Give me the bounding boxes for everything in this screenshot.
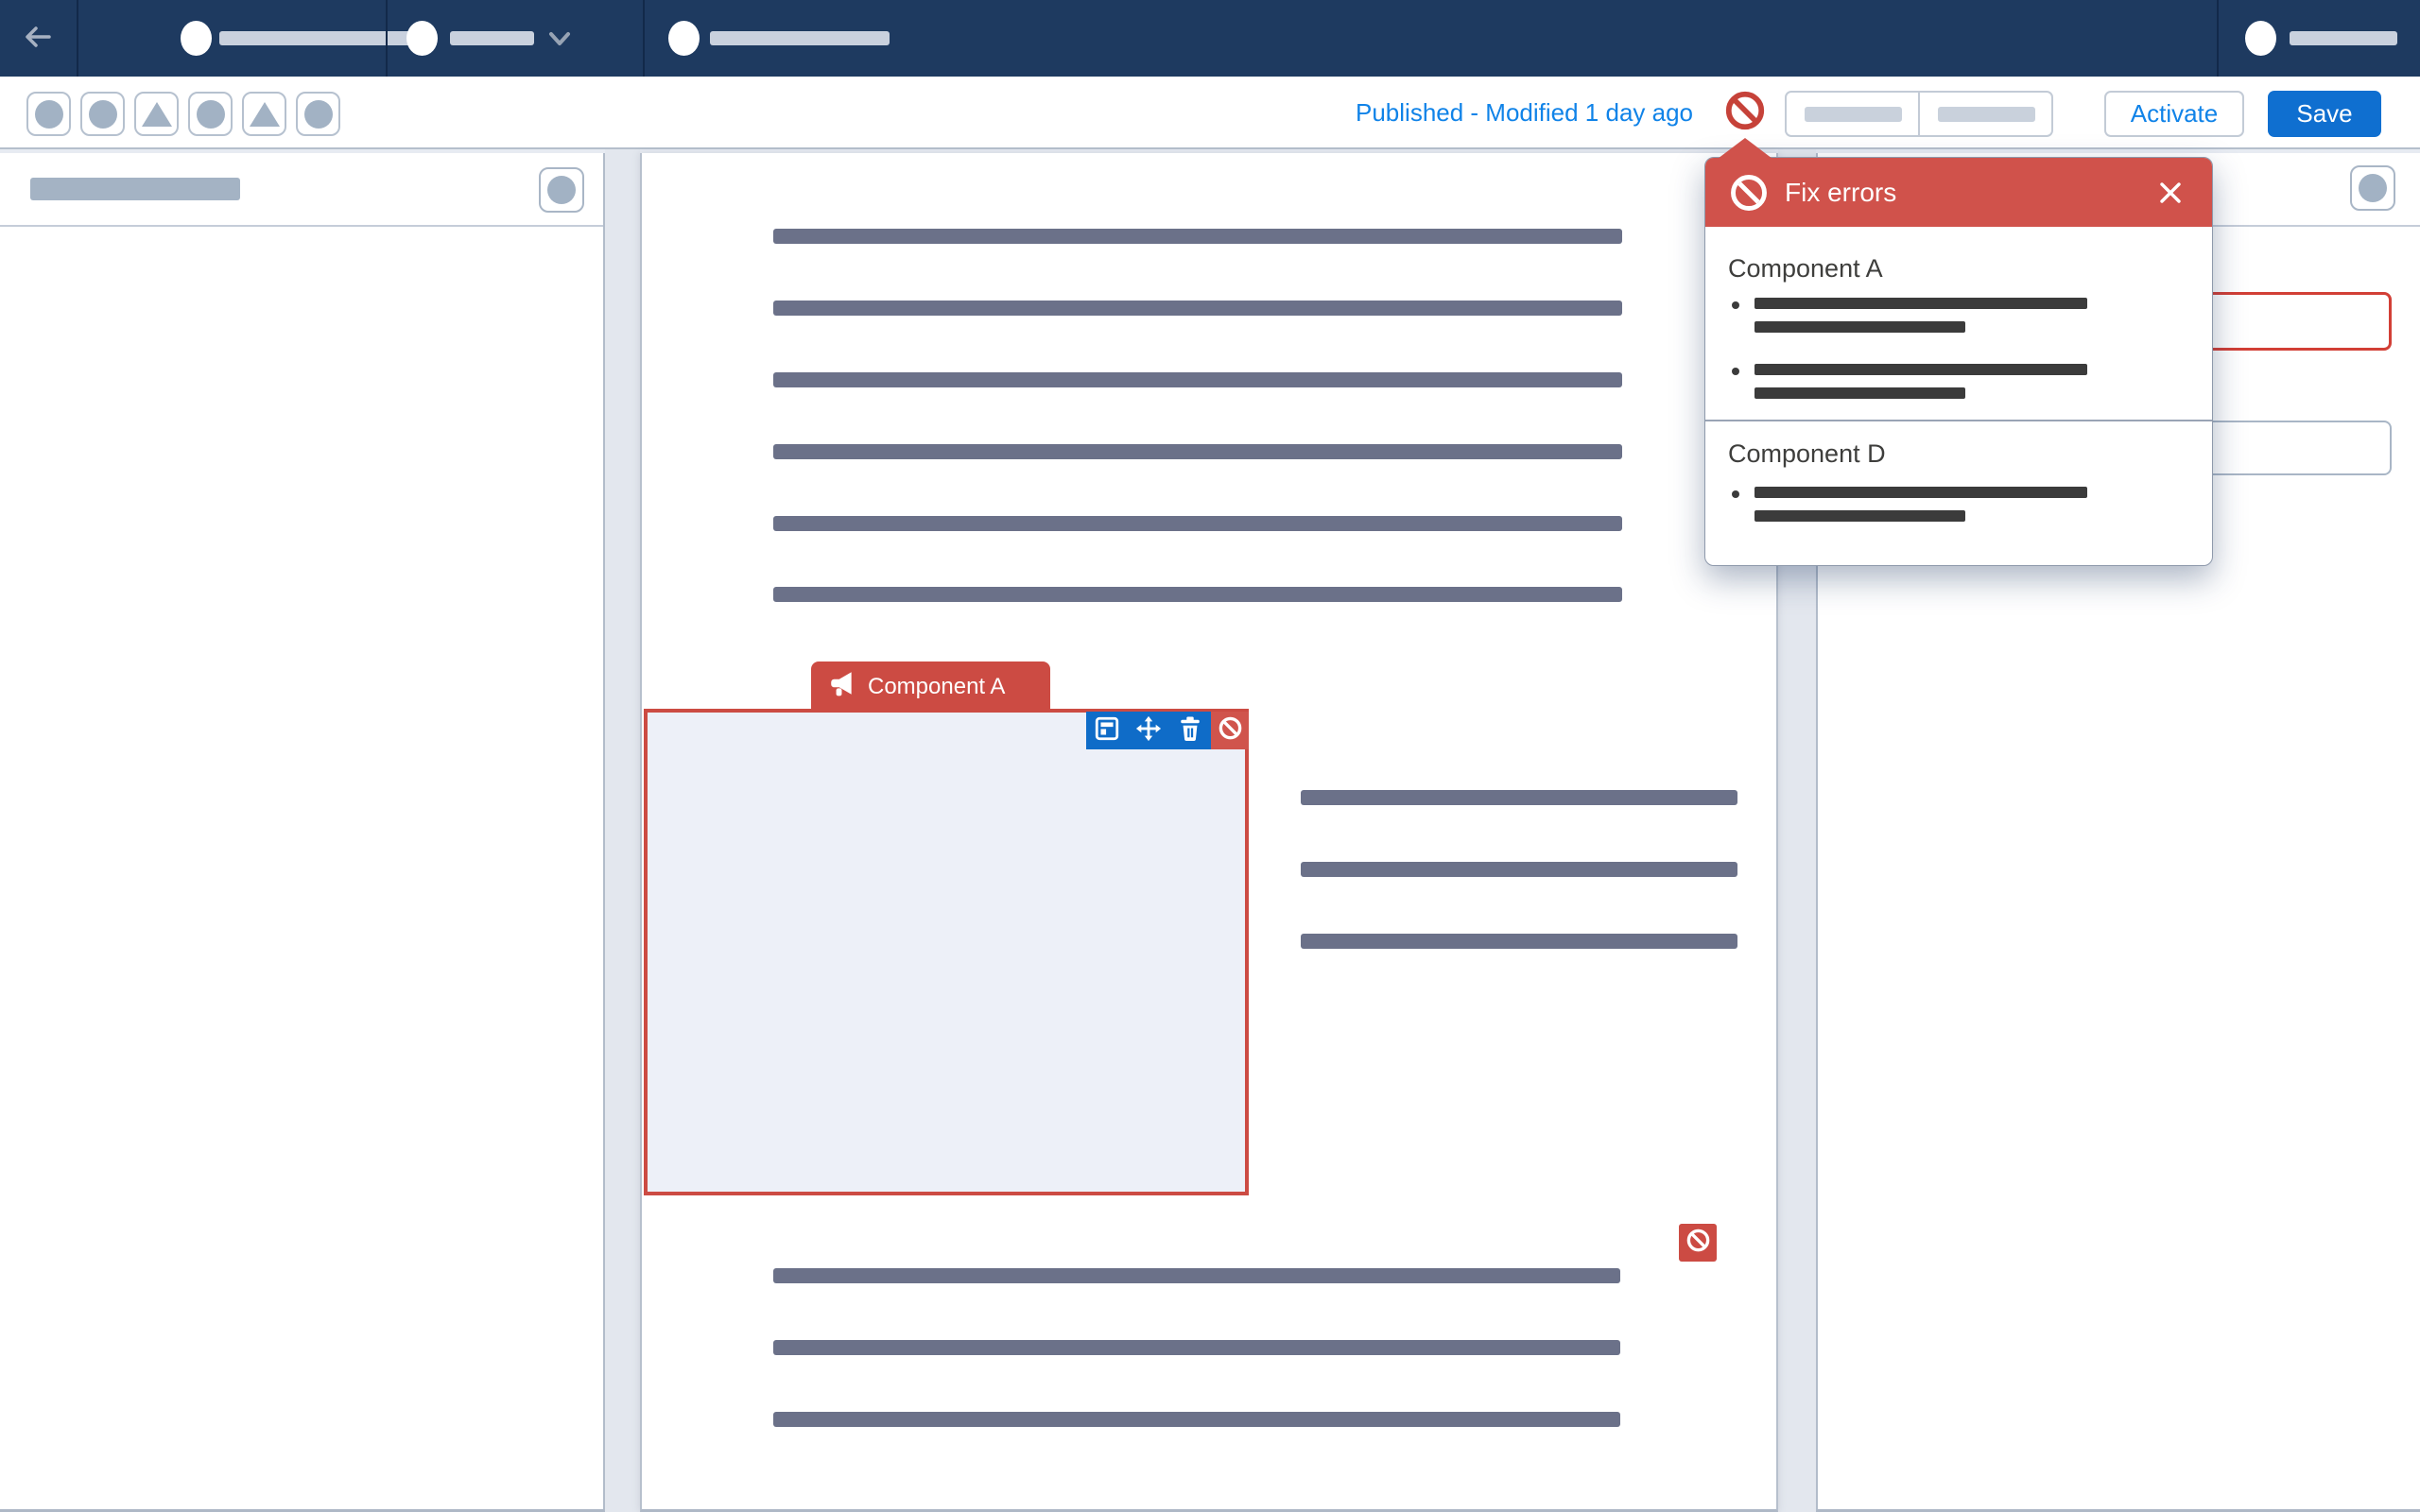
- ban-icon: [1728, 172, 1770, 214]
- sidebar-header-divider: [0, 225, 603, 227]
- page-errors-button[interactable]: [1722, 90, 1768, 135]
- error-section-heading: Component A: [1728, 254, 1883, 284]
- component-action-toolbar: [1086, 712, 1249, 749]
- user-menu[interactable]: [2217, 0, 2420, 77]
- page-canvas[interactable]: Component A: [640, 153, 1778, 1512]
- redacted-title-bar: [2290, 31, 2397, 45]
- tool-button-2[interactable]: [80, 92, 125, 136]
- workspace-switcher[interactable]: [386, 0, 643, 77]
- redacted-error-text: [1754, 387, 1965, 399]
- redacted-error-text: [1754, 364, 2087, 375]
- tool-button-6[interactable]: [296, 92, 340, 136]
- activate-button[interactable]: Activate: [2104, 91, 2244, 137]
- avatar: [2245, 21, 2276, 56]
- fix-errors-popover: Fix errors Component A Component D: [1704, 138, 2213, 566]
- tool-button-3[interactable]: [134, 92, 179, 136]
- component-error-chip[interactable]: [1679, 1224, 1717, 1262]
- trash-icon: [1178, 715, 1202, 747]
- close-icon[interactable]: [2155, 178, 2186, 208]
- save-button[interactable]: Save: [2268, 91, 2381, 137]
- component-move-button[interactable]: [1128, 712, 1169, 749]
- tool-button-1[interactable]: [26, 92, 71, 136]
- redacted-error-text: [1754, 298, 2087, 309]
- top-navigation-bar: [0, 0, 2420, 77]
- redacted-sidebar-title: [30, 178, 240, 200]
- popover-pointer: [1714, 138, 1776, 162]
- selected-component-region[interactable]: [644, 709, 1249, 1195]
- preview-mode-group: [1785, 91, 2053, 137]
- redacted-label-bar: [1938, 107, 2035, 122]
- triangle-shape-icon: [250, 102, 280, 127]
- component-delete-button[interactable]: [1169, 712, 1211, 749]
- redacted-text-line: [1301, 790, 1737, 805]
- selected-component-tag: Component A: [811, 662, 1050, 712]
- circle-glyph-icon: [2359, 174, 2387, 202]
- back-button[interactable]: [21, 21, 55, 57]
- circle-shape-icon: [197, 100, 225, 129]
- panel-gap: [605, 149, 640, 1512]
- ban-icon: [1685, 1228, 1711, 1258]
- redacted-text-line: [1301, 934, 1737, 949]
- ban-icon: [1218, 715, 1243, 746]
- popover-section-divider: [1705, 420, 2213, 421]
- component-error-button[interactable]: [1211, 712, 1249, 749]
- circle-shape-icon: [304, 100, 333, 129]
- error-section-heading: Component D: [1728, 439, 1886, 469]
- redacted-text-line: [1301, 862, 1737, 877]
- tool-button-4[interactable]: [188, 92, 233, 136]
- components-sidebar: [0, 153, 605, 1512]
- redacted-text-line: [773, 587, 1622, 602]
- bullet-dot: [1732, 301, 1739, 309]
- layout-icon: [1094, 715, 1120, 747]
- redacted-error-text: [1754, 321, 1965, 333]
- publish-status-text: Published - Modified 1 day ago: [1356, 77, 1693, 149]
- triangle-shape-icon: [142, 102, 172, 127]
- panel-collapse-button[interactable]: [2350, 165, 2395, 211]
- redacted-text-line: [773, 444, 1622, 459]
- redacted-text-line: [773, 1268, 1620, 1283]
- component-tag-label: Component A: [868, 674, 1005, 700]
- redacted-text-line: [773, 1412, 1620, 1427]
- circle-shape-icon: [89, 100, 117, 129]
- workspace-section-2[interactable]: [643, 0, 945, 77]
- avatar: [181, 21, 212, 56]
- redacted-text-line: [773, 301, 1622, 316]
- redacted-title-bar: [710, 31, 890, 45]
- ban-icon: [1723, 89, 1767, 137]
- popover-title: Fix errors: [1785, 178, 1896, 208]
- component-settings-button[interactable]: [1086, 712, 1128, 749]
- move-icon: [1135, 715, 1162, 747]
- app-screen: Published - Modified 1 day ago Activate …: [0, 0, 2420, 1512]
- circle-glyph-icon: [547, 176, 576, 204]
- preview-mode-button-1[interactable]: [1787, 93, 1918, 135]
- redacted-error-text: [1754, 487, 2087, 498]
- avatar: [668, 21, 700, 56]
- redacted-text-line: [773, 229, 1622, 244]
- arrow-left-icon: [21, 20, 55, 59]
- popover-header: Fix errors: [1705, 158, 2212, 227]
- megaphone-icon: [811, 669, 868, 704]
- circle-shape-icon: [35, 100, 63, 129]
- chevron-down-icon: [546, 26, 573, 56]
- preview-mode-button-2[interactable]: [1918, 93, 2051, 135]
- redacted-text-line: [773, 372, 1622, 387]
- redacted-text-line: [773, 516, 1622, 531]
- tool-button-5[interactable]: [242, 92, 286, 136]
- sidebar-collapse-button[interactable]: [539, 167, 584, 213]
- popover-body: Fix errors Component A Component D: [1704, 157, 2213, 566]
- redacted-error-text: [1754, 510, 1965, 522]
- redacted-text-line: [773, 1340, 1620, 1355]
- redacted-title-bar: [450, 31, 534, 45]
- avatar: [406, 21, 438, 56]
- workspace-section-1[interactable]: [77, 0, 386, 77]
- redacted-label-bar: [1805, 107, 1902, 122]
- bullet-dot: [1732, 490, 1739, 498]
- bullet-dot: [1732, 368, 1739, 375]
